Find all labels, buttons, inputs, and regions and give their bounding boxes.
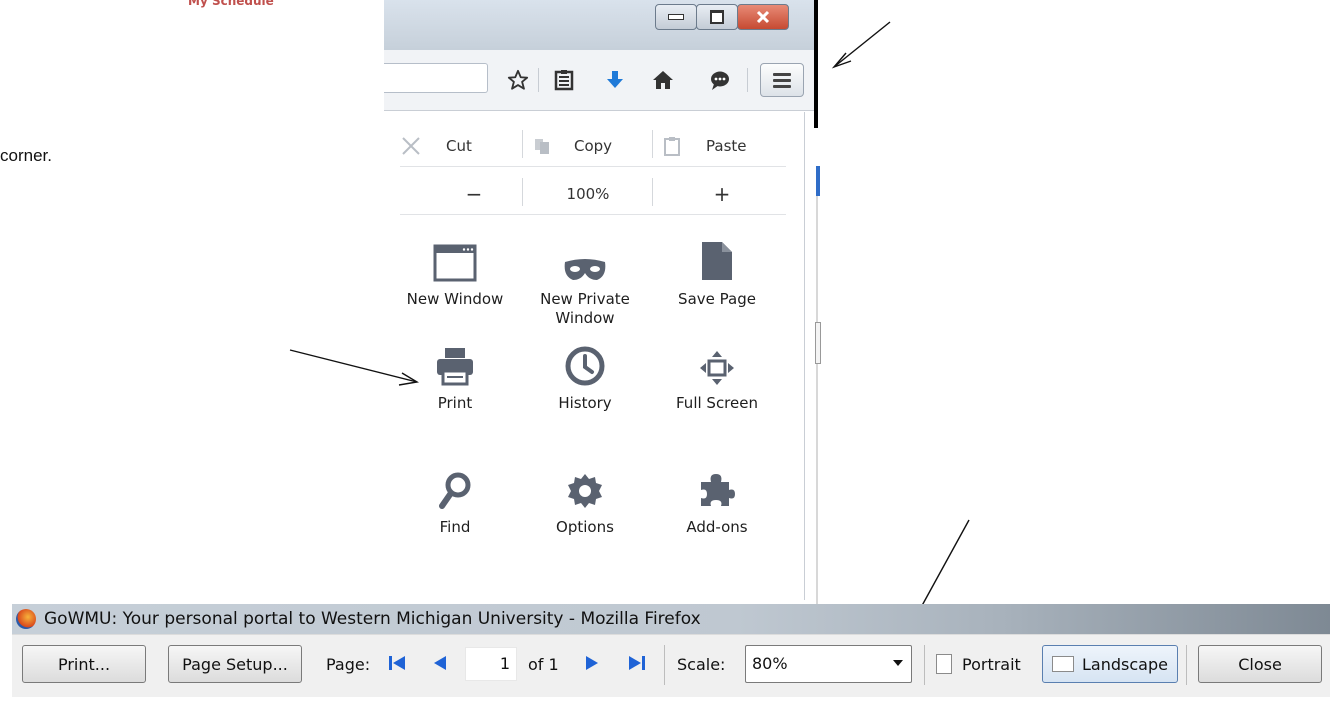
print-button[interactable]: Print...: [22, 645, 146, 683]
next-page-icon: [586, 656, 598, 670]
page-label: Page:: [326, 655, 371, 674]
window-title: GoWMU: Your personal portal to Western M…: [44, 609, 701, 629]
page-setup-button[interactable]: Page Setup...: [168, 645, 302, 683]
toolbar-separator: [664, 645, 665, 685]
page-count-label: of 1: [528, 655, 559, 674]
arrow-head: [398, 372, 419, 386]
page-number-input[interactable]: 1: [465, 647, 517, 681]
toolbar-separator: [924, 645, 925, 685]
last-page-icon: [629, 656, 645, 670]
firefox-logo-icon: [16, 609, 36, 629]
landscape-button[interactable]: Landscape: [1042, 645, 1178, 683]
annotation-arrows: [289, 21, 970, 624]
scale-label: Scale:: [677, 655, 726, 674]
arrow-to-print: [289, 349, 418, 383]
previous-page-button[interactable]: [430, 652, 450, 674]
landscape-page-icon: [1052, 656, 1075, 672]
chevron-down-icon: [893, 660, 903, 666]
last-page-button[interactable]: [627, 652, 647, 674]
portrait-page-icon: [936, 654, 952, 674]
portrait-button[interactable]: Portrait: [936, 650, 1021, 678]
first-page-icon: [389, 656, 405, 670]
print-preview-titlebar: GoWMU: Your personal portal to Western M…: [12, 604, 1330, 634]
scale-select[interactable]: 80%: [745, 645, 912, 683]
arrow-to-menu-button: [833, 21, 891, 68]
toolbar-separator: [1186, 645, 1187, 685]
next-page-button[interactable]: [582, 652, 602, 674]
first-page-button[interactable]: [387, 652, 407, 674]
close-preview-button[interactable]: Close: [1198, 645, 1322, 683]
previous-page-icon: [434, 656, 446, 670]
